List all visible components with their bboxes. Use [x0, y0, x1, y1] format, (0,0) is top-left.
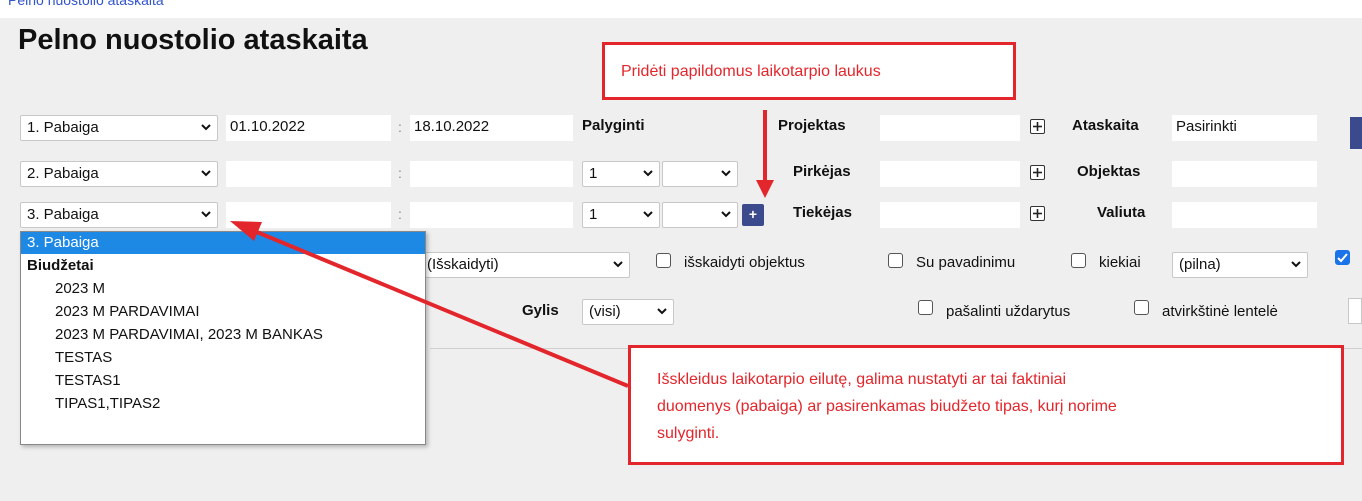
annotation-arrows: [230, 110, 774, 388]
arrow-left-icon: [230, 221, 629, 388]
arrow-down-icon: [756, 110, 774, 198]
